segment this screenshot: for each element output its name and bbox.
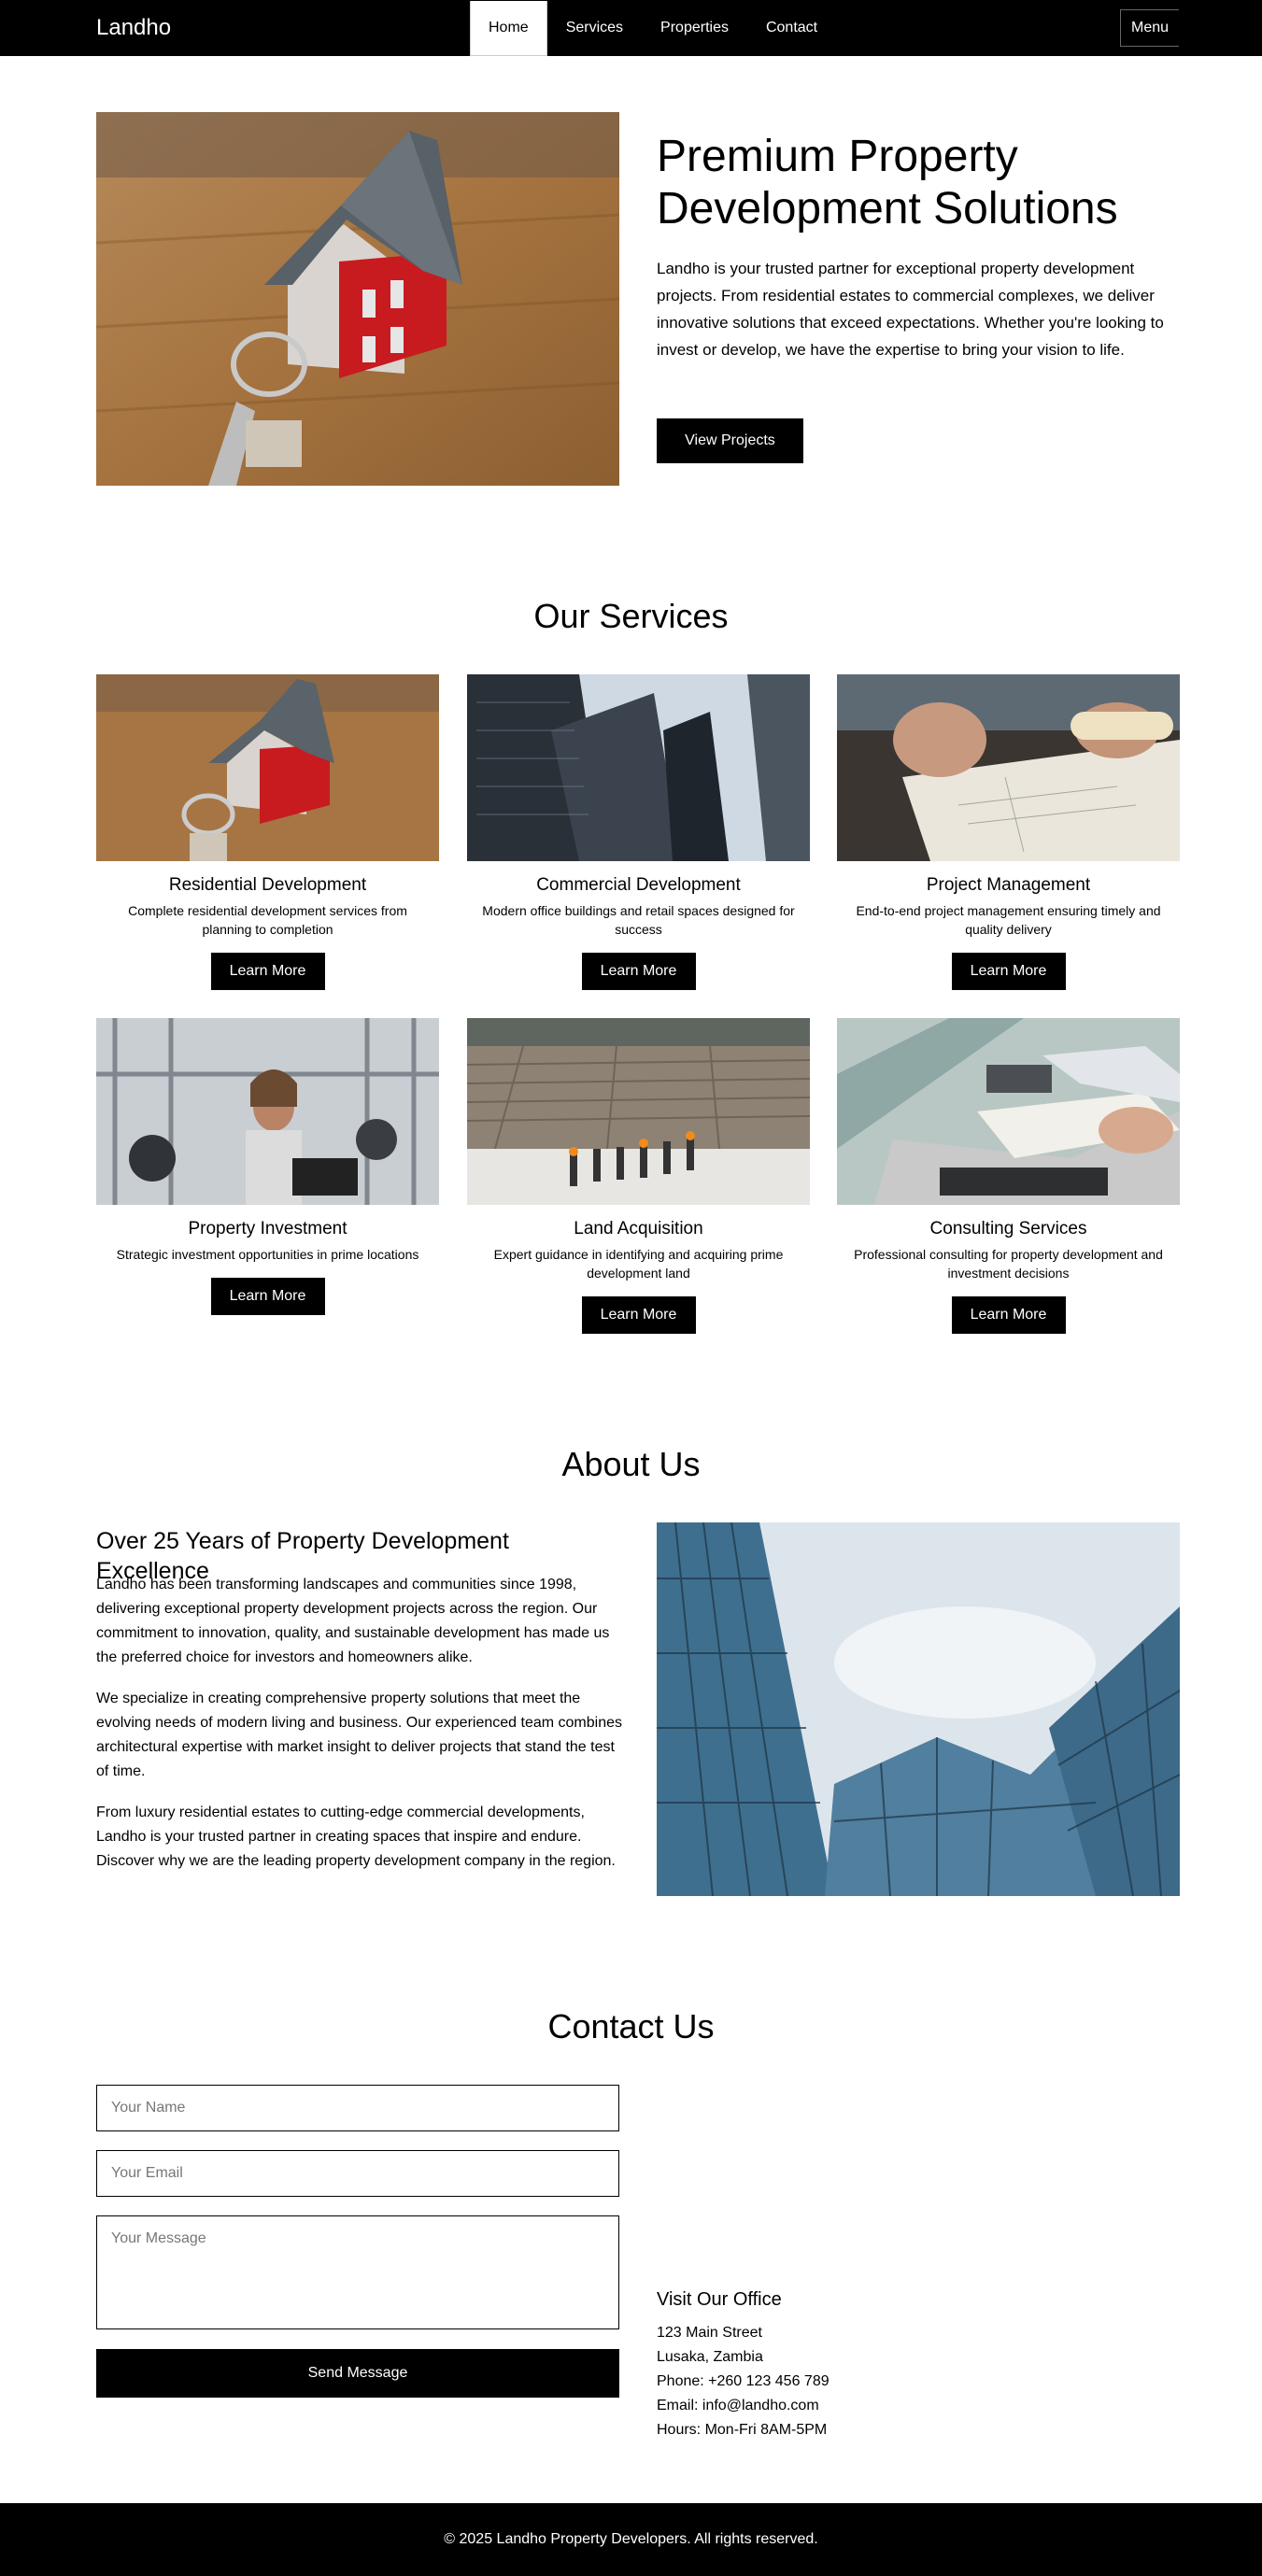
service-title: Land Acquisition bbox=[574, 1219, 703, 1238]
service-title: Consulting Services bbox=[929, 1219, 1087, 1238]
consulting-image bbox=[837, 1018, 1180, 1205]
about-paragraph: From luxury residential estates to cutti… bbox=[96, 1805, 616, 1869]
service-description: Strategic investment opportunities in pr… bbox=[116, 1247, 419, 1262]
service-description: Complete residential development service… bbox=[128, 903, 407, 937]
services-section-title: Our Services bbox=[533, 597, 729, 635]
about-section-title: About Us bbox=[561, 1445, 701, 1483]
name-field[interactable]: Your Name bbox=[96, 2085, 619, 2131]
office-title: Visit Our Office bbox=[657, 2289, 782, 2310]
learn-more-button[interactable]: Learn More bbox=[581, 953, 696, 990]
learn-more-button[interactable]: Learn More bbox=[581, 1296, 696, 1334]
hero-title: Premium Property Development Solutions bbox=[657, 132, 1118, 234]
nav-link-services[interactable]: Services bbox=[547, 0, 642, 56]
view-projects-button[interactable]: View Projects bbox=[657, 418, 803, 463]
land-acquisition-image bbox=[467, 1018, 810, 1205]
contact-section-title: Contact Us bbox=[547, 2007, 715, 2045]
top-nav-bar: Landho Home Services Properties Contact … bbox=[0, 0, 1262, 56]
send-message-button[interactable]: Send Message bbox=[96, 2349, 619, 2398]
learn-more-button[interactable]: Learn More bbox=[210, 953, 325, 990]
learn-more-button[interactable]: Learn More bbox=[951, 1296, 1066, 1334]
nav-links: Home Services Properties Contact bbox=[470, 0, 836, 56]
service-card-investment: Property Investment Strategic investment… bbox=[96, 1018, 439, 1315]
service-description: Modern office buildings and retail space… bbox=[482, 903, 795, 937]
service-description: Professional consulting for property dev… bbox=[854, 1247, 1163, 1281]
service-description: Expert guidance in identifying and acqui… bbox=[493, 1247, 784, 1281]
about-paragraph: We specialize in creating comprehensive … bbox=[96, 1691, 622, 1779]
service-card-project-management: Project Management End-to-end project ma… bbox=[837, 674, 1180, 990]
service-title: Project Management bbox=[926, 875, 1091, 895]
footer-copyright: © 2025 Landho Property Developers. All r… bbox=[0, 2503, 1262, 2576]
service-title: Residential Development bbox=[168, 875, 367, 895]
nav-link-contact[interactable]: Contact bbox=[747, 0, 836, 56]
about-building-image bbox=[657, 1522, 1180, 1896]
nav-link-home[interactable]: Home bbox=[470, 1, 547, 56]
service-card-residential: Residential Development Complete residen… bbox=[96, 674, 439, 990]
message-field[interactable]: Your Message bbox=[96, 2215, 619, 2329]
brand-logo[interactable]: Landho bbox=[96, 14, 171, 42]
residential-image bbox=[96, 674, 439, 861]
investment-image bbox=[96, 1018, 439, 1205]
service-title: Property Investment bbox=[188, 1219, 347, 1238]
office-hours: Hours: Mon-Fri 8AM-5PM bbox=[657, 2422, 828, 2438]
service-card-commercial: Commercial Development Modern office bui… bbox=[467, 674, 810, 990]
menu-button[interactable]: Menu bbox=[1120, 9, 1179, 47]
hero-description: Landho is your trusted partner for excep… bbox=[657, 260, 1164, 359]
commercial-image bbox=[467, 674, 810, 861]
project-management-image bbox=[837, 674, 1180, 861]
office-address-line1: 123 Main Street bbox=[657, 2325, 762, 2341]
learn-more-button[interactable]: Learn More bbox=[210, 1278, 325, 1315]
service-card-land: Land Acquisition Expert guidance in iden… bbox=[467, 1018, 810, 1334]
nav-link-properties[interactable]: Properties bbox=[642, 0, 747, 56]
hero-house-image bbox=[96, 112, 619, 486]
email-field[interactable]: Your Email bbox=[96, 2150, 619, 2197]
learn-more-button[interactable]: Learn More bbox=[951, 953, 1066, 990]
service-card-consulting: Consulting Services Professional consult… bbox=[837, 1018, 1180, 1334]
service-title: Commercial Development bbox=[536, 875, 741, 895]
office-email: Email: info@landho.com bbox=[657, 2398, 819, 2413]
service-description: End-to-end project management ensuring t… bbox=[856, 903, 1161, 937]
office-phone: Phone: +260 123 456 789 bbox=[657, 2373, 830, 2389]
about-paragraph: Landho has been transforming landscapes … bbox=[96, 1577, 610, 1665]
office-address-line2: Lusaka, Zambia bbox=[657, 2349, 763, 2365]
